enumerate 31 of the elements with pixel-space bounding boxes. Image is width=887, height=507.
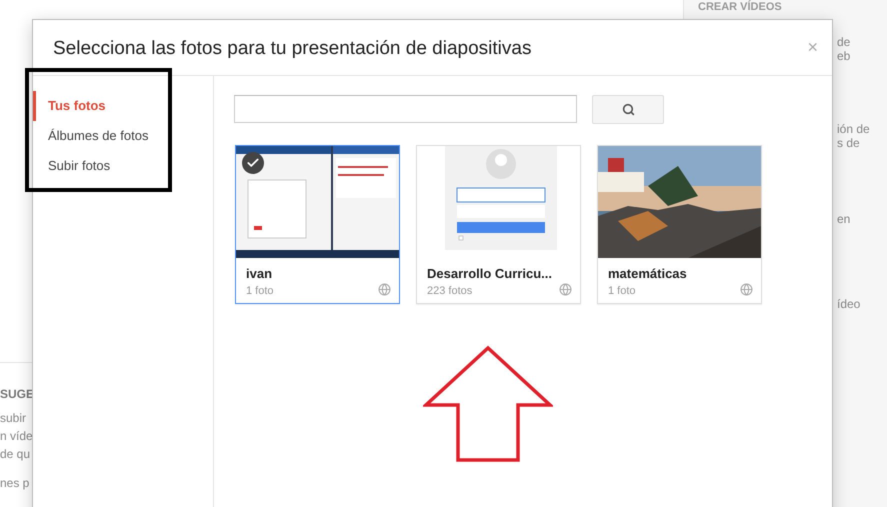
- globe-icon: [378, 283, 391, 296]
- sidebar-item[interactable]: Subir fotos: [33, 151, 213, 181]
- search-icon: [622, 103, 634, 116]
- globe-icon: [559, 283, 572, 296]
- background-text: s de: [837, 136, 861, 150]
- album-title: ivan: [246, 266, 274, 281]
- album-card[interactable]: Desarrollo Curricu... 223 fotos: [416, 145, 581, 304]
- dialog-title: Selecciona las fotos para tu presentación de diapositivas: [53, 38, 532, 60]
- section-heading: CREAR VÍDEOS: [698, 1, 782, 13]
- section-heading: SUGE: [0, 387, 34, 401]
- background-text: nes p: [0, 476, 30, 490]
- background-text: de: [837, 35, 852, 49]
- photo-count: 223 fotos: [427, 285, 472, 297]
- album-title: matemáticas: [608, 266, 688, 281]
- album-card[interactable]: matemáticas 1 foto: [597, 145, 762, 304]
- background-text: ión de: [837, 122, 871, 136]
- search-field[interactable]: [234, 95, 577, 123]
- background-text: en: [837, 212, 852, 226]
- background-text: n víde: [0, 429, 33, 443]
- background-text: eb: [837, 49, 852, 63]
- sidebar-item[interactable]: Álbumes de fotos: [33, 121, 213, 151]
- album-card[interactable]: ivan 1 foto: [235, 145, 400, 304]
- photo-count: 1 foto: [608, 285, 636, 297]
- sidebar-item[interactable]: Tus fotos: [33, 91, 213, 121]
- album-title: Desarrollo Curricu...: [427, 266, 553, 281]
- search-button[interactable]: [592, 95, 664, 124]
- background-text: subir: [0, 411, 26, 425]
- photo-count: 1 foto: [246, 285, 274, 297]
- background-text: ídeo: [837, 297, 862, 311]
- background-text: de qu: [0, 447, 30, 461]
- globe-icon: [740, 283, 753, 296]
